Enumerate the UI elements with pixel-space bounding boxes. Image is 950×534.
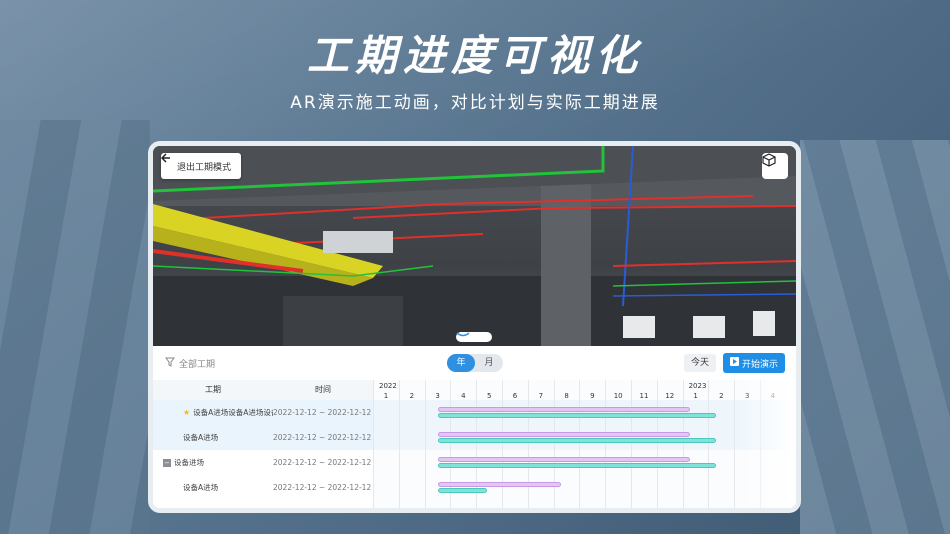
month-label: 3 <box>435 392 440 400</box>
task-row[interactable]: 设备A进场 2022-12-12 ~ 2022-12-12 <box>153 475 373 500</box>
task-list: 工期 时间 ★ 设备A进场设备A进场设备A 2022-12-12 ~ 2022-… <box>153 380 373 508</box>
hero-title: 工期进度可视化 <box>306 31 643 80</box>
tablet-frame: 退出工期模式 全部工期 年 月 今天 开始演示 工期 时间 ★ 设备A进场设备A… <box>148 141 801 513</box>
task-list-header: 工期 时间 <box>153 380 373 400</box>
bim-scene-illustration <box>153 146 796 346</box>
plan-bar[interactable] <box>437 482 562 487</box>
toggle-year[interactable]: 年 <box>447 354 475 372</box>
gantt-chart: 工期 时间 ★ 设备A进场设备A进场设备A 2022-12-12 ~ 2022-… <box>153 380 796 508</box>
year-label: 2022 <box>379 382 397 390</box>
scale-toggle: 年 月 <box>447 354 503 372</box>
start-demo-label: 开始演示 <box>741 359 778 370</box>
actual-bar[interactable] <box>437 488 487 493</box>
month-label: 9 <box>590 392 595 400</box>
month-label: 2 <box>719 392 724 400</box>
month-label: 8 <box>564 392 569 400</box>
task-row[interactable]: ★ 设备A进场设备A进场设备A 2022-12-12 ~ 2022-12-12 <box>153 400 373 425</box>
month-label: 12 <box>665 392 675 400</box>
task-time: 2022-12-12 ~ 2022-12-12 <box>273 408 372 417</box>
plan-bar[interactable] <box>437 432 691 437</box>
month-label: 1 <box>693 392 698 400</box>
actual-bar[interactable] <box>437 463 717 468</box>
gantt-timeline[interactable]: 123456789101112123420222023 <box>373 380 796 508</box>
cube-view-button[interactable] <box>762 153 788 179</box>
month-label: 5 <box>486 392 492 400</box>
plan-bar[interactable] <box>437 407 691 412</box>
actual-bar[interactable] <box>437 413 717 418</box>
exit-schedule-mode-button[interactable]: 退出工期模式 <box>161 153 242 179</box>
schedule-panel: 全部工期 年 月 今天 开始演示 工期 时间 ★ 设备A进场设备A进场设 202… <box>153 346 796 508</box>
toggle-month[interactable]: 月 <box>475 354 503 372</box>
task-name: 设备A进场 <box>183 483 219 492</box>
month-label: 1 <box>383 392 389 400</box>
task-group-row[interactable]: − 设备进场 2022-12-12 ~ 2022-12-12 <box>153 450 373 475</box>
start-demo-button[interactable]: 开始演示 <box>723 353 785 373</box>
month-label: 4 <box>461 392 466 400</box>
month-label: 6 <box>512 392 518 400</box>
task-name: 设备A进场 <box>183 433 219 442</box>
background-building-right <box>800 140 950 534</box>
month-label: 2 <box>409 392 415 400</box>
column-header-time: 时间 <box>315 385 331 394</box>
column-header-name: 工期 <box>205 385 221 394</box>
task-time: 2022-12-12 ~ 2022-12-12 <box>273 433 372 442</box>
task-row[interactable]: 设备A进场 2022-12-12 ~ 2022-12-12 <box>153 425 373 450</box>
task-time: 2022-12-12 ~ 2022-12-12 <box>273 483 372 492</box>
plan-bar[interactable] <box>437 457 691 462</box>
month-label: 11 <box>639 392 649 400</box>
actual-bar[interactable] <box>437 438 717 443</box>
task-time: 2022-12-12 ~ 2022-12-12 <box>273 458 372 467</box>
panel-collapse-handle[interactable] <box>456 332 492 342</box>
task-name: 设备进场 <box>174 458 204 467</box>
play-icon <box>729 357 739 369</box>
month-label: 7 <box>538 392 544 400</box>
schedule-toolbar: 全部工期 年 月 今天 开始演示 <box>153 346 796 380</box>
exit-schedule-mode-label: 退出工期模式 <box>177 162 232 173</box>
gantt-row-band <box>373 475 796 500</box>
year-label: 2023 <box>688 382 707 390</box>
bim-3d-viewport[interactable]: 退出工期模式 <box>153 146 796 346</box>
collapse-group-icon[interactable]: − <box>163 458 171 467</box>
star-icon: ★ <box>183 408 191 417</box>
filter-icon <box>165 357 175 370</box>
filter-label: 全部工期 <box>179 360 216 370</box>
hero-subtitle: AR演示施工动画，对比计划与实际工期进展 <box>290 93 660 113</box>
month-label: 10 <box>613 392 623 400</box>
filter-dropdown[interactable]: 全部工期 <box>165 357 215 370</box>
background-building-left <box>0 120 150 534</box>
timeline-fade <box>736 380 796 508</box>
task-name: 设备A进场设备A进场设备A <box>193 408 273 417</box>
app-screen: 退出工期模式 全部工期 年 月 今天 开始演示 工期 时间 ★ 设备A进场设备A… <box>153 146 796 508</box>
today-button[interactable]: 今天 <box>684 354 716 372</box>
